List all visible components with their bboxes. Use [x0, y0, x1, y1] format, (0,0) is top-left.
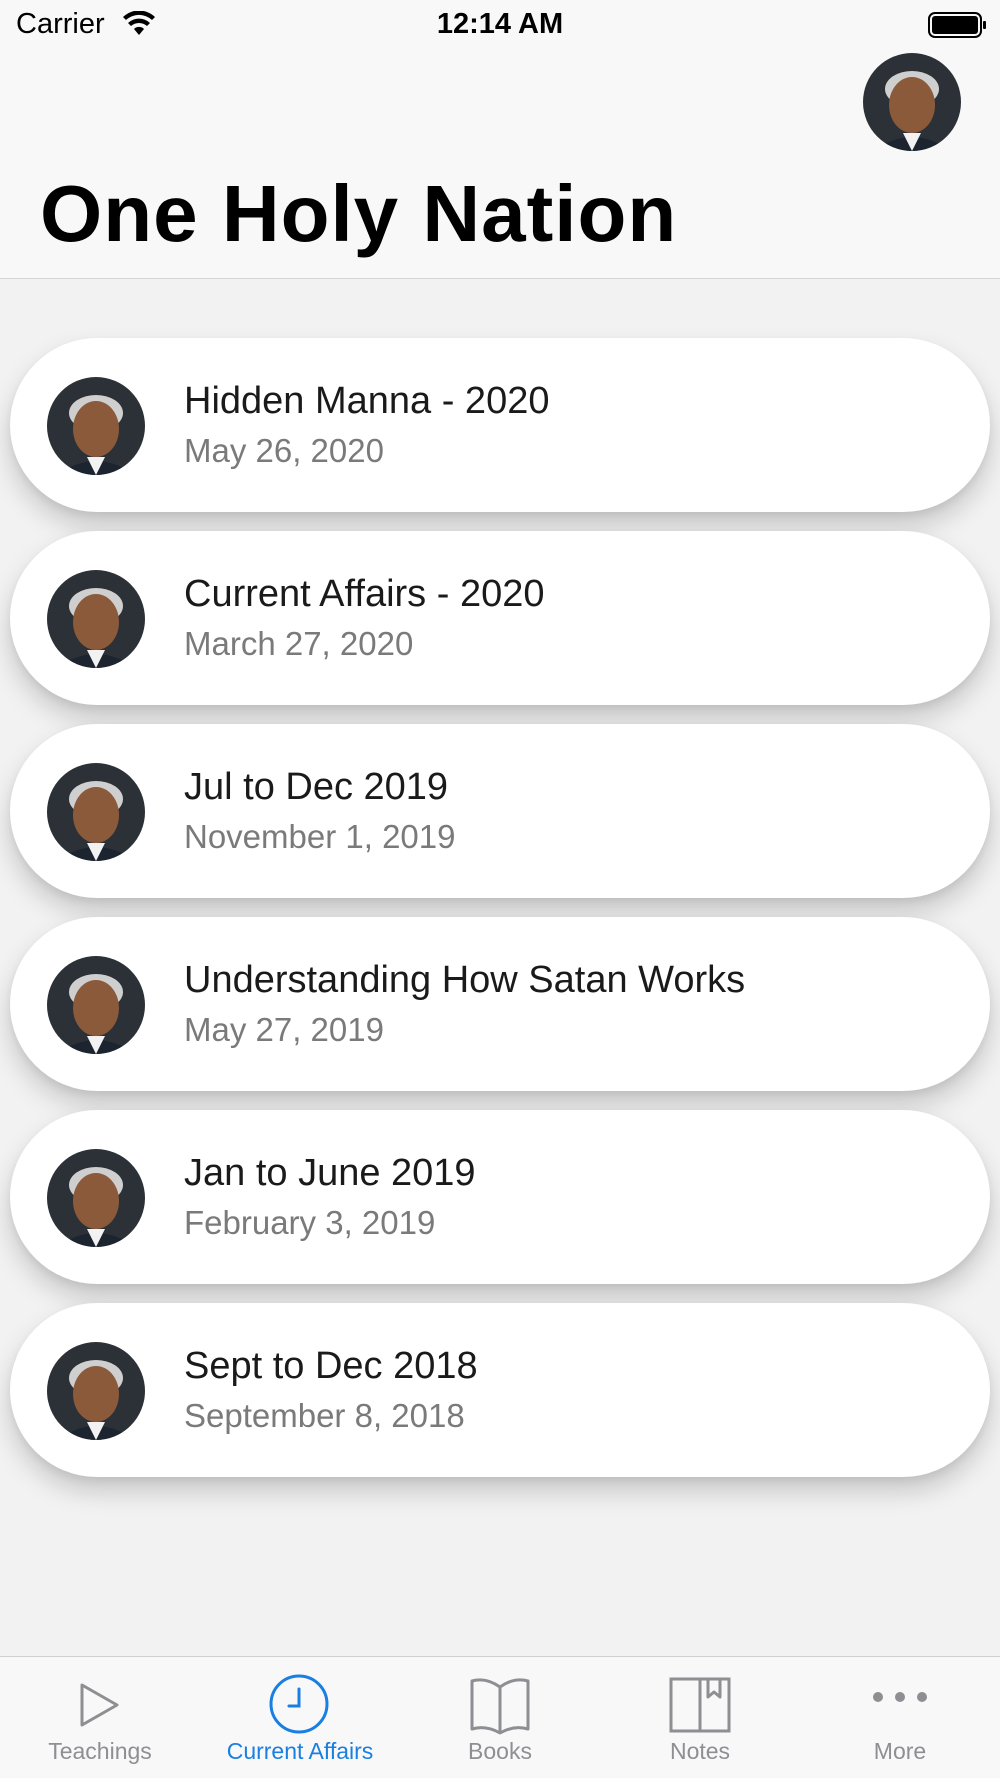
list-item[interactable]: Jul to Dec 2019 November 1, 2019 [10, 724, 990, 898]
more-icon [800, 1673, 1000, 1735]
profile-avatar[interactable] [863, 53, 961, 151]
item-title: Jul to Dec 2019 [184, 766, 449, 808]
item-date: May 27, 2019 [184, 1011, 384, 1048]
status-bar: Carrier 12:14 AM [0, 0, 1000, 50]
tab-label: Teachings [48, 1738, 152, 1764]
tab-current-affairs[interactable]: Current Affairs [200, 1657, 400, 1778]
item-title: Sept to Dec 2018 [184, 1345, 478, 1387]
tab-books[interactable]: Books [400, 1657, 600, 1778]
tab-bar: Teachings Current Affairs Books Notes Mo… [0, 1656, 1000, 1778]
book-icon [400, 1673, 600, 1735]
item-title: Hidden Manna - 2020 [184, 380, 550, 422]
list-item[interactable]: Current Affairs - 2020 March 27, 2020 [10, 531, 990, 705]
item-avatar [47, 1342, 145, 1440]
clock-icon [200, 1673, 400, 1735]
notes-icon [600, 1673, 800, 1735]
item-title: Current Affairs - 2020 [184, 573, 545, 615]
item-date: February 3, 2019 [184, 1204, 436, 1241]
item-title: Jan to June 2019 [184, 1152, 476, 1194]
play-icon [0, 1673, 200, 1735]
tab-more[interactable]: More [800, 1657, 1000, 1778]
tab-label: Books [468, 1738, 532, 1764]
item-avatar [47, 763, 145, 861]
item-date: September 8, 2018 [184, 1397, 465, 1434]
navigation-header: One Holy Nation [0, 50, 1000, 279]
item-avatar [47, 377, 145, 475]
item-date: November 1, 2019 [184, 818, 456, 855]
tab-label: More [873, 1738, 927, 1764]
battery-icon [928, 12, 988, 43]
tab-notes[interactable]: Notes [600, 1657, 800, 1778]
item-date: May 26, 2020 [184, 432, 384, 469]
item-date: March 27, 2020 [184, 625, 414, 662]
list-item[interactable]: Sept to Dec 2018 September 8, 2018 [10, 1303, 990, 1477]
affairs-list: Hidden Manna - 2020 May 26, 2020 Current… [10, 338, 990, 1496]
tab-label: Notes [669, 1738, 731, 1764]
list-item[interactable]: Understanding How Satan Works May 27, 20… [10, 917, 990, 1091]
status-time: 12:14 AM [436, 8, 564, 40]
list-item[interactable]: Jan to June 2019 February 3, 2019 [10, 1110, 990, 1284]
item-title: Understanding How Satan Works [184, 959, 746, 1001]
page-title: One Holy Nation [40, 169, 678, 258]
item-avatar [47, 956, 145, 1054]
tab-label: Current Affairs [226, 1738, 374, 1764]
tab-teachings[interactable]: Teachings [0, 1657, 200, 1778]
item-avatar [47, 1149, 145, 1247]
item-avatar [47, 570, 145, 668]
list-item[interactable]: Hidden Manna - 2020 May 26, 2020 [10, 338, 990, 512]
